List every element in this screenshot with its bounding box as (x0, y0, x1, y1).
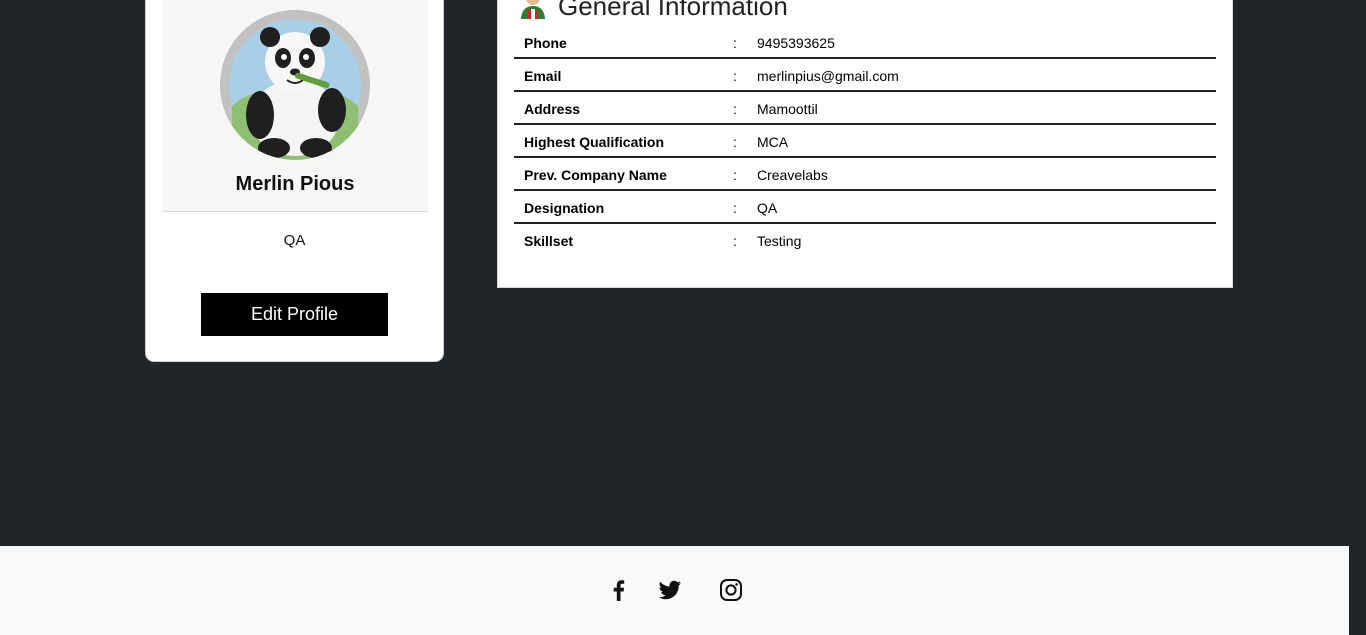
twitter-icon[interactable] (658, 578, 682, 602)
info-row-prev-company: Prev. Company Name : Creavelabs (514, 158, 1216, 191)
profile-role: QA (283, 232, 306, 249)
info-label: Address (524, 101, 581, 117)
footer (0, 546, 1349, 635)
info-value: merlinpius@gmail.com (757, 68, 899, 84)
section-title: General Information (558, 0, 788, 21)
edit-profile-button[interactable]: Edit Profile (201, 293, 388, 336)
info-separator: : (733, 35, 737, 51)
info-separator: : (733, 68, 737, 84)
instagram-icon[interactable] (719, 578, 743, 602)
info-value: 9495393625 (757, 35, 835, 51)
info-row-designation: Designation : QA (514, 191, 1216, 224)
info-label: Designation (524, 200, 605, 216)
info-value: Mamoottil (757, 101, 818, 117)
info-row-phone: Phone : 9495393625 (514, 26, 1216, 59)
info-label: Skillset (524, 233, 574, 249)
facebook-icon[interactable] (607, 578, 631, 602)
section-heading: General Information (518, 0, 788, 21)
info-separator: : (733, 167, 737, 183)
info-value: QA (757, 200, 778, 216)
info-separator: : (733, 233, 737, 249)
info-row-skillset: Skillset : Testing (514, 224, 1216, 255)
info-separator: : (733, 200, 737, 216)
info-table: Phone : 9495393625 Email : merlinpius@gm… (514, 26, 1216, 255)
info-row-qualification: Highest Qualification : MCA (514, 125, 1216, 158)
general-information-card: General Information Phone : 9495393625 E… (497, 0, 1233, 288)
profile-card: Merlin Pious QA Edit Profile (145, 0, 444, 362)
info-separator: : (733, 101, 737, 117)
info-value: MCA (757, 134, 789, 150)
panda-avatar-icon (220, 10, 370, 160)
info-label: Email (524, 68, 562, 84)
profile-name: Merlin Pious (235, 173, 355, 195)
info-label: Highest Qualification (524, 134, 665, 150)
user-profile-icon (518, 0, 548, 24)
info-value: Testing (757, 233, 802, 249)
info-row-address: Address : Mamoottil (514, 92, 1216, 125)
info-separator: : (733, 134, 737, 150)
info-row-email: Email : merlinpius@gmail.com (514, 59, 1216, 92)
profile-header: Merlin Pious (162, 0, 428, 212)
info-label: Phone (524, 35, 567, 51)
info-label: Prev. Company Name (524, 167, 667, 183)
info-value: Creavelabs (757, 167, 828, 183)
